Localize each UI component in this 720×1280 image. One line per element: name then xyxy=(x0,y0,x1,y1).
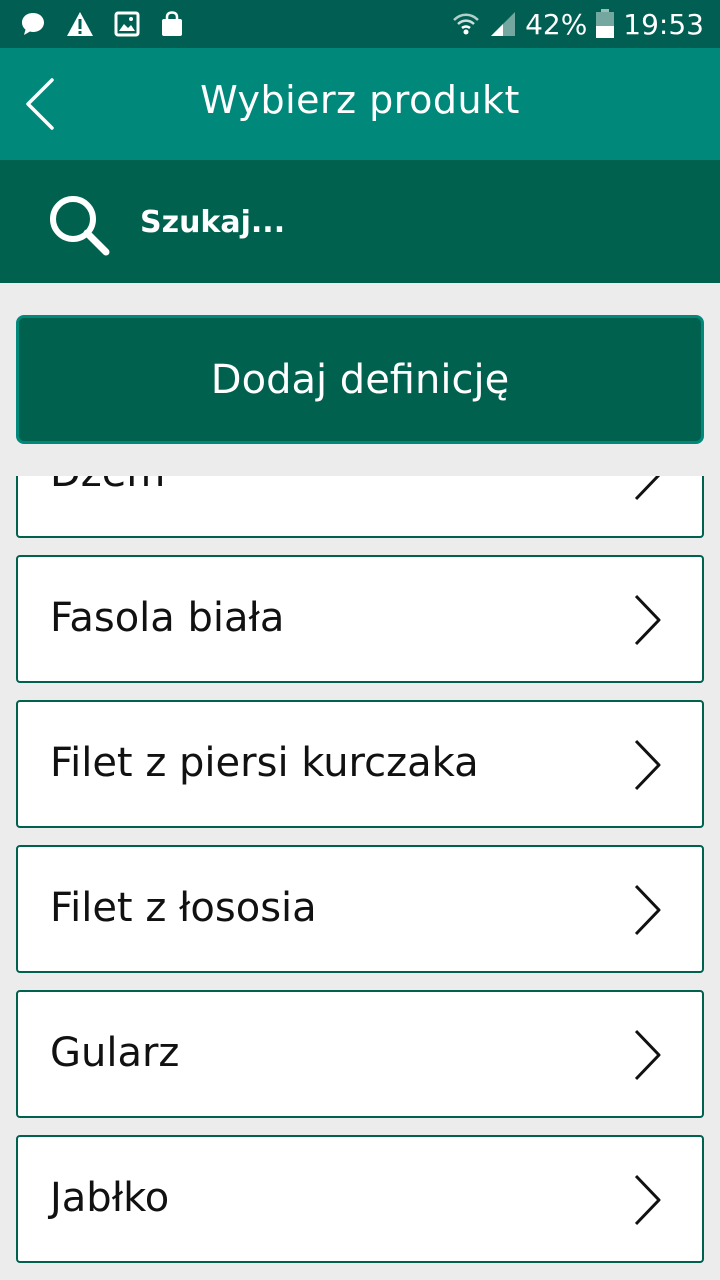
chevron-right-icon xyxy=(634,739,661,791)
list-item[interactable]: Jabłko xyxy=(16,1135,704,1263)
notification-icons xyxy=(20,8,184,40)
chat-icon xyxy=(22,13,44,35)
list-item-label: Gularz xyxy=(50,1030,180,1076)
battery-icon xyxy=(596,9,615,38)
chevron-right-icon xyxy=(634,476,661,501)
chevron-right-icon xyxy=(634,1174,661,1226)
list-item[interactable]: Dżem xyxy=(16,476,704,538)
product-list[interactable]: Dżem Fasola biała Filet z piersi kurczak… xyxy=(0,476,720,1280)
search-icon[interactable] xyxy=(46,192,112,258)
list-item-label: Filet z łososia xyxy=(50,885,317,931)
status-bar: 42% 19:53 xyxy=(0,0,720,48)
image-icon xyxy=(114,11,140,37)
chevron-right-icon xyxy=(634,594,661,646)
list-item-label: Filet z piersi kurczaka xyxy=(50,740,479,786)
list-item[interactable]: Filet z piersi kurczaka xyxy=(16,700,704,828)
list-item[interactable]: Gularz xyxy=(16,990,704,1118)
system-indicators: 42% 19:53 xyxy=(451,7,704,41)
warning-icon xyxy=(67,12,93,36)
app-bar: Wybierz produkt xyxy=(0,48,720,160)
clock: 19:53 xyxy=(623,7,704,41)
add-definition-button[interactable]: Dodaj definicję xyxy=(16,315,704,444)
list-item-label: Jabłko xyxy=(50,1175,170,1221)
wifi-icon xyxy=(453,13,479,35)
list-item-label: Fasola biała xyxy=(50,595,285,641)
battery-percentage: 42% xyxy=(525,7,588,41)
chevron-right-icon xyxy=(634,884,661,936)
list-item[interactable]: Filet z łososia xyxy=(16,845,704,973)
list-item[interactable]: Fasola biała xyxy=(16,555,704,683)
search-bar xyxy=(0,160,720,283)
search-input[interactable] xyxy=(140,198,680,246)
shopping-bag-icon xyxy=(162,11,182,36)
signal-icon xyxy=(491,12,516,36)
list-item-label: Dżem xyxy=(50,476,165,496)
page-title: Wybierz produkt xyxy=(200,78,520,122)
chevron-right-icon xyxy=(634,1029,661,1081)
